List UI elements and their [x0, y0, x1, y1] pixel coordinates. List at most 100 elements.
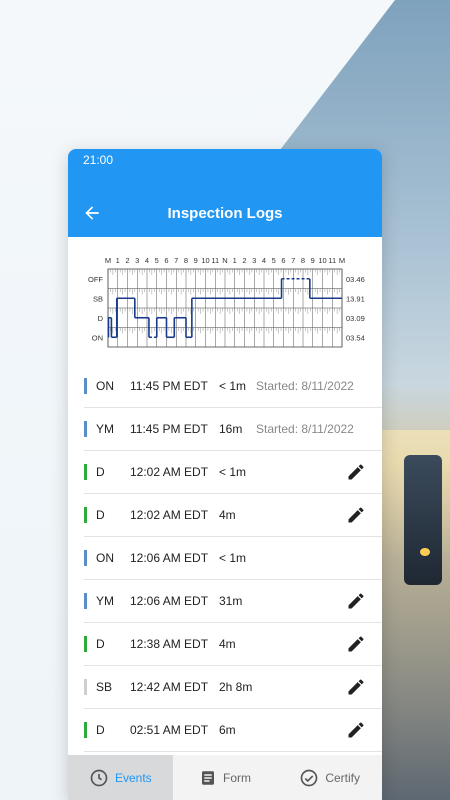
edit-pencil-icon[interactable]	[346, 634, 366, 654]
status-color-bar	[84, 722, 87, 738]
event-status: ON	[96, 551, 114, 565]
tab-events[interactable]: Events	[68, 755, 173, 800]
edit-pencil-icon[interactable]	[346, 462, 366, 482]
chart-hour-label: 7	[174, 256, 178, 265]
chart-hour-label: 10	[318, 256, 326, 265]
event-duration: 4m	[219, 508, 236, 522]
event-started: Started: 8/11/2022	[256, 422, 354, 436]
chart-hour-label: N	[222, 256, 227, 265]
chart-row-label: OFF	[88, 275, 103, 284]
event-row[interactable]: ON 12:06 AM EDT < 1m	[84, 537, 382, 580]
event-status: YM	[96, 422, 114, 436]
chart-hour-label: 8	[184, 256, 188, 265]
event-time: 02:51 AM EDT	[130, 723, 209, 737]
event-time: 11:45 PM EDT	[130, 422, 208, 436]
chart-hour-label: 10	[201, 256, 209, 265]
event-time: 12:06 AM EDT	[130, 594, 209, 608]
chart-hour-label: M	[339, 256, 345, 265]
edit-pencil-icon[interactable]	[346, 720, 366, 740]
duty-status-chart: M 1 2 3 4 5 6 7 8 9 10 11 N 1 2 3 4 5 6 7 8 9 10 11 M OFF 03.46 SB 1…	[68, 247, 382, 361]
status-color-bar	[84, 593, 87, 609]
chart-row-total: 13.91	[346, 294, 365, 303]
chart-hour-label: 8	[301, 256, 305, 265]
status-color-bar	[84, 679, 87, 695]
event-time: 12:02 AM EDT	[130, 465, 209, 479]
app-bar: 21:00 Inspection Logs	[68, 149, 382, 237]
chart-row-total: 03.46	[346, 275, 365, 284]
event-time: 12:42 AM EDT	[130, 680, 209, 694]
event-duration: 31m	[219, 594, 243, 608]
event-row[interactable]: ON 11:45 PM EDT < 1m Started: 8/11/2022	[84, 365, 382, 408]
tab-certify[interactable]: Certify	[277, 755, 382, 800]
event-duration: 2h 8m	[219, 680, 253, 694]
chart-row-label: SB	[93, 294, 103, 303]
event-status: ON	[96, 379, 114, 393]
edit-pencil-icon[interactable]	[346, 677, 366, 697]
phone-screen: 21:00 Inspection Logs M 1 2 3 4 5 6 7 8 9 10 11 N 1 2 3…	[68, 149, 382, 800]
truck-image	[404, 455, 442, 585]
tab-form[interactable]: Form	[173, 755, 278, 800]
status-color-bar	[84, 378, 87, 394]
chart-hour-label: 2	[242, 256, 246, 265]
edit-pencil-icon[interactable]	[346, 505, 366, 525]
event-row[interactable]: SB 12:42 AM EDT 2h 8m	[84, 666, 382, 709]
event-row[interactable]: YM 12:06 AM EDT 31m	[84, 580, 382, 623]
event-status: SB	[96, 680, 113, 694]
edit-pencil-icon[interactable]	[346, 591, 366, 611]
chart-row-label: ON	[92, 333, 103, 342]
event-duration: < 1m	[219, 379, 247, 393]
chart-row-total: 03.09	[346, 314, 365, 323]
clock-icon	[90, 769, 108, 786]
status-color-bar	[84, 421, 87, 437]
chart-row-label: D	[98, 314, 104, 323]
event-row[interactable]: D 12:38 AM EDT 4m	[84, 623, 382, 666]
chart-hour-label: 1	[116, 256, 120, 265]
chart-canvas: M 1 2 3 4 5 6 7 8 9 10 11 N 1 2 3 4 5 6 7 8 9 10 11 MOFF 03.46SB 1…	[88, 256, 365, 348]
tab-form-label: Form	[223, 770, 251, 785]
chart-hour-label: 5	[272, 256, 276, 265]
status-color-bar	[84, 464, 87, 480]
check-circle-icon	[301, 769, 318, 786]
tab-events-label: Events	[114, 770, 152, 785]
chart-hour-label: 11	[211, 256, 219, 265]
document-icon	[202, 770, 214, 785]
event-status: D	[96, 723, 105, 737]
event-time: 11:45 PM EDT	[130, 379, 208, 393]
event-status: D	[96, 637, 105, 651]
event-started: Started: 8/11/2022	[256, 379, 354, 393]
status-color-bar	[84, 550, 87, 566]
chart-hour-label: 2	[125, 256, 129, 265]
tab-certify-label: Certify	[325, 770, 361, 785]
event-status: D	[96, 508, 105, 522]
chart-hour-label: 3	[252, 256, 256, 265]
event-list: ON 11:45 PM EDT < 1m Started: 8/11/2022 YM 11…	[84, 365, 382, 752]
event-row[interactable]: D 12:02 AM EDT 4m	[84, 494, 382, 537]
status-color-bar	[84, 636, 87, 652]
status-time: 21:00	[83, 153, 114, 167]
chart-hour-label: 9	[194, 256, 198, 265]
chart-hour-label: 6	[281, 256, 285, 265]
event-row[interactable]: D 02:51 AM EDT 6m	[84, 709, 382, 752]
chart-hour-label: 7	[291, 256, 295, 265]
event-duration: 16m	[219, 422, 243, 436]
chart-hour-label: 5	[155, 256, 159, 265]
event-duration: 4m	[219, 637, 236, 651]
event-time: 12:02 AM EDT	[130, 508, 209, 522]
event-row[interactable]: YM 11:45 PM EDT 16m Started: 8/11/2022	[84, 408, 382, 451]
event-status: YM	[96, 594, 114, 608]
chart-hour-label: M	[105, 256, 111, 265]
chart-hour-label: 6	[164, 256, 168, 265]
chart-hour-label: 9	[311, 256, 315, 265]
event-duration: < 1m	[219, 465, 247, 479]
truck-headlight	[420, 548, 430, 556]
chart-hour-label: 1	[233, 256, 237, 265]
event-row[interactable]: D 12:02 AM EDT < 1m	[84, 451, 382, 494]
event-status: D	[96, 465, 105, 479]
page-title: Inspection Logs	[167, 205, 283, 222]
chart-row-total: 03.54	[346, 333, 365, 342]
event-duration: < 1m	[219, 551, 247, 565]
status-color-bar	[84, 507, 87, 523]
bottom-nav: Events Form Certify	[68, 755, 382, 800]
chart-hour-label: 4	[145, 256, 149, 265]
chart-hour-label: 4	[262, 256, 266, 265]
